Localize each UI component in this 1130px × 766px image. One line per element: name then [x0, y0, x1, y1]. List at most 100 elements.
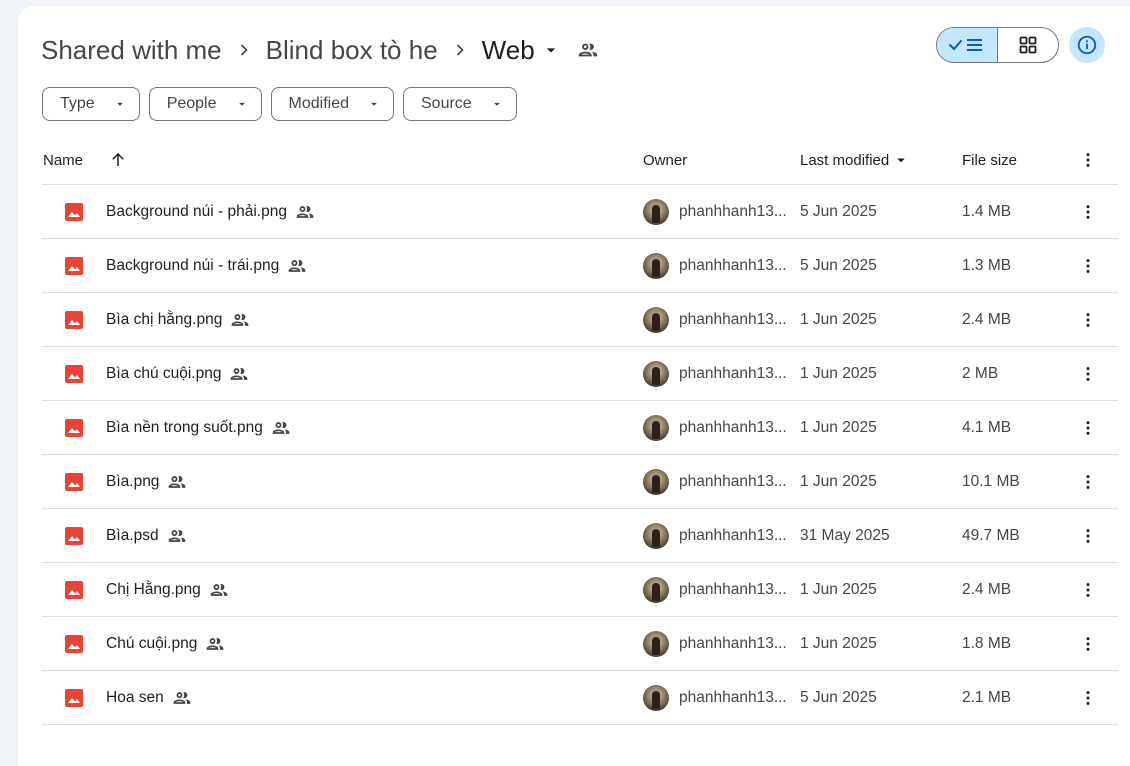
- size-cell: 2.4 MB: [962, 563, 1011, 616]
- owner-cell: phanhhanh13...: [643, 671, 787, 724]
- last-modified: 1 Jun 2025: [800, 580, 877, 598]
- owner-name: phanhhanh13...: [679, 580, 787, 598]
- sort-ascending-arrow-icon[interactable]: [109, 151, 127, 169]
- file-size: 49.7 MB: [962, 526, 1020, 544]
- dropdown-arrow-icon: [367, 97, 381, 111]
- size-cell: 1.4 MB: [962, 185, 1011, 238]
- breadcrumb-item-blind-box[interactable]: Blind box tò he: [266, 35, 438, 66]
- file-name-cell: Background núi - phải.png: [106, 185, 315, 238]
- modified-cell: 1 Jun 2025: [800, 563, 877, 616]
- more-vert-icon[interactable]: [1076, 509, 1100, 562]
- owner-cell: phanhhanh13...: [643, 455, 787, 508]
- column-size-label: File size: [962, 151, 1018, 169]
- folder-menu-caret-icon[interactable]: [541, 40, 561, 60]
- filter-label: People: [166, 95, 217, 112]
- filter-people[interactable]: People: [148, 87, 262, 121]
- file-size: 2.4 MB: [962, 580, 1012, 598]
- avatar: [643, 630, 669, 657]
- breadcrumb-current-folder[interactable]: Web: [482, 35, 535, 66]
- image-file-icon: [64, 347, 84, 400]
- owner-cell: phanhhanh13...: [643, 617, 787, 670]
- filter-source[interactable]: Source: [403, 87, 517, 121]
- modified-cell: 1 Jun 2025: [800, 455, 877, 508]
- image-file-icon: [64, 185, 84, 238]
- table-row[interactable]: Hoa sen phanhhanh13... 5 Jun 2025 2.1 MB: [42, 671, 1118, 725]
- column-modified-label: Last modified: [800, 151, 890, 169]
- table-row[interactable]: Chị Hằng.png phanhhanh13... 1 Jun 2025 2…: [42, 563, 1118, 617]
- owner-name: phanhhanh13...: [679, 310, 787, 328]
- column-header-file-size[interactable]: File size: [962, 136, 1017, 184]
- more-vert-icon[interactable]: [1076, 401, 1100, 454]
- modified-cell: 5 Jun 2025: [800, 671, 877, 724]
- file-name: Bìa.png: [106, 472, 160, 490]
- file-size: 2.4 MB: [962, 310, 1012, 328]
- table-row[interactable]: Bìa.png phanhhanh13... 1 Jun 2025 10.1 M…: [42, 455, 1118, 509]
- image-file-icon: [64, 293, 84, 346]
- filter-type[interactable]: Type: [42, 87, 140, 121]
- more-vert-icon[interactable]: [1076, 347, 1100, 400]
- file-name: Bìa.psd: [106, 526, 159, 544]
- owner-name: phanhhanh13...: [679, 418, 787, 436]
- more-vert-icon[interactable]: [1076, 136, 1100, 184]
- file-size: 4.1 MB: [962, 418, 1012, 436]
- people-icon: [209, 580, 229, 600]
- dropdown-arrow-icon: [235, 97, 249, 111]
- filter-modified[interactable]: Modified: [270, 87, 394, 121]
- owner-name: phanhhanh13...: [679, 256, 787, 274]
- table-row[interactable]: Bìa chú cuội.png phanhhanh13... 1 Jun 20…: [42, 347, 1118, 401]
- last-modified: 1 Jun 2025: [800, 634, 877, 652]
- more-vert-icon[interactable]: [1076, 239, 1100, 292]
- chevron-right-icon: [222, 40, 266, 60]
- column-header-owner[interactable]: Owner: [643, 136, 687, 184]
- size-cell: 1.3 MB: [962, 239, 1011, 292]
- people-icon: [229, 364, 249, 384]
- more-vert-icon[interactable]: [1076, 563, 1100, 616]
- avatar: [643, 522, 669, 549]
- more-vert-icon[interactable]: [1076, 455, 1100, 508]
- breadcrumb: Shared with me Blind box tò he Web: [41, 30, 599, 70]
- more-vert-icon[interactable]: [1076, 293, 1100, 346]
- grid-view-button[interactable]: [998, 28, 1058, 62]
- breadcrumb-item-shared-with-me[interactable]: Shared with me: [41, 35, 222, 66]
- avatar: [643, 468, 669, 495]
- file-name-cell: Bìa chú cuội.png: [106, 347, 249, 400]
- owner-name: phanhhanh13...: [679, 364, 787, 382]
- table-row[interactable]: Background núi - phải.png phanhhanh13...…: [42, 185, 1118, 239]
- more-vert-icon[interactable]: [1076, 185, 1100, 238]
- table-row[interactable]: Background núi - trái.png phanhhanh13...…: [42, 239, 1118, 293]
- file-size: 2.1 MB: [962, 688, 1012, 706]
- people-icon[interactable]: [577, 39, 599, 61]
- owner-cell: phanhhanh13...: [643, 563, 787, 616]
- people-icon: [271, 418, 291, 438]
- people-icon: [230, 310, 250, 330]
- check-list-icon: [949, 39, 982, 51]
- column-header-last-modified[interactable]: Last modified: [800, 136, 910, 184]
- avatar: [643, 360, 669, 387]
- list-view-button[interactable]: [937, 28, 998, 62]
- table-row[interactable]: Bìa.psd phanhhanh13... 31 May 2025 49.7 …: [42, 509, 1118, 563]
- column-owner-label: Owner: [643, 151, 688, 169]
- file-size: 1.3 MB: [962, 256, 1012, 274]
- more-vert-icon[interactable]: [1076, 617, 1100, 670]
- info-button[interactable]: [1069, 27, 1105, 63]
- file-name-cell: Chị Hằng.png: [106, 563, 229, 616]
- owner-name: phanhhanh13...: [679, 202, 787, 220]
- owner-name: phanhhanh13...: [679, 472, 787, 490]
- filter-label: Type: [60, 95, 95, 112]
- table-row[interactable]: Bìa nền trong suốt.png phanhhanh13... 1 …: [42, 401, 1118, 455]
- owner-name: phanhhanh13...: [679, 526, 787, 544]
- last-modified: 1 Jun 2025: [800, 364, 877, 382]
- column-header-name[interactable]: Name: [43, 136, 127, 184]
- table-row[interactable]: Chú cuội.png phanhhanh13... 1 Jun 2025 1…: [42, 617, 1118, 671]
- size-cell: 49.7 MB: [962, 509, 1020, 562]
- info-icon: [1077, 35, 1097, 55]
- image-file-icon: [64, 509, 84, 562]
- dropdown-arrow-icon: [113, 97, 127, 111]
- last-modified: 5 Jun 2025: [800, 202, 877, 220]
- table-row[interactable]: Bìa chị hằng.png phanhhanh13... 1 Jun 20…: [42, 293, 1118, 347]
- people-icon: [167, 472, 187, 492]
- more-vert-icon[interactable]: [1076, 671, 1100, 724]
- image-file-icon: [64, 671, 84, 724]
- file-name: Background núi - trái.png: [106, 256, 280, 274]
- people-icon: [295, 202, 315, 222]
